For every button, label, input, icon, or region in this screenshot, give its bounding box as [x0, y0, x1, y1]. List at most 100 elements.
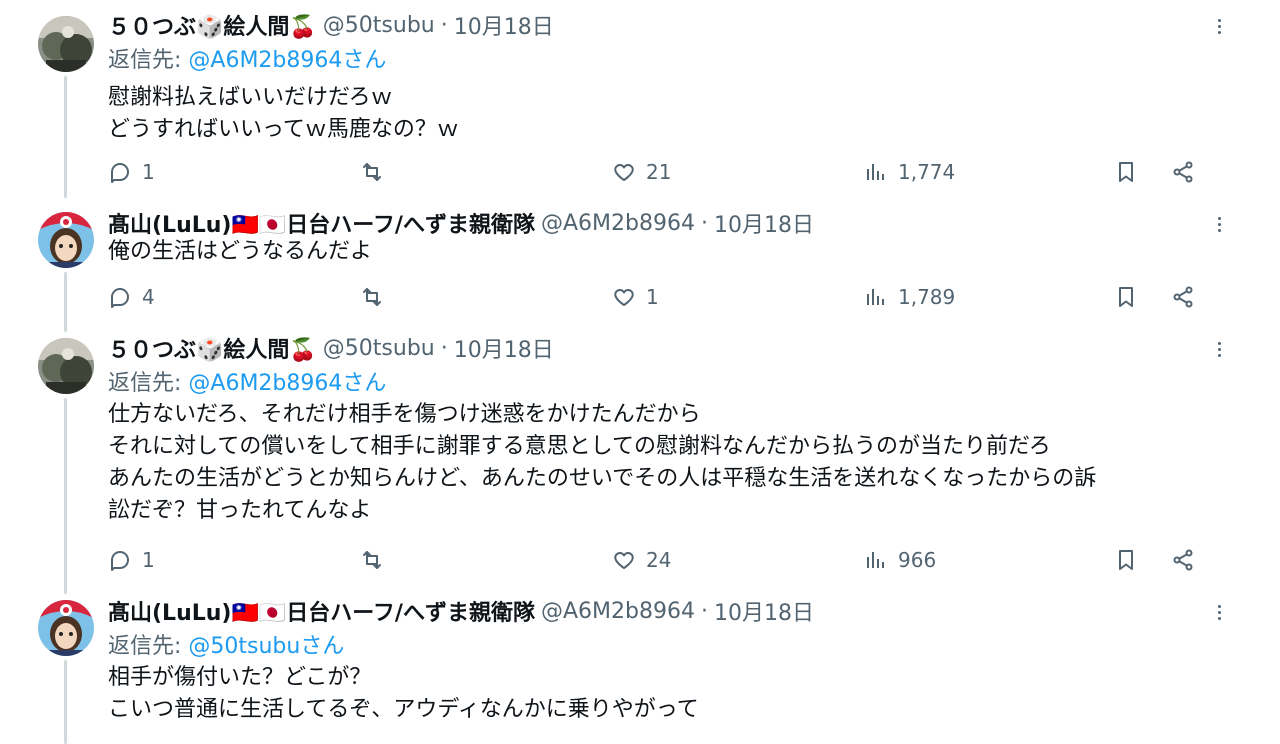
views-button[interactable]: 1,789 [864, 283, 955, 311]
bookmark-button[interactable] [1114, 546, 1138, 574]
reply-count: 4 [142, 285, 155, 309]
views-button[interactable]: 1,774 [864, 158, 955, 186]
like-count: 24 [646, 548, 672, 572]
retweet-button[interactable] [360, 283, 394, 311]
share-icon [1173, 286, 1193, 308]
retweet-icon [363, 163, 381, 181]
retweet-icon [363, 551, 381, 569]
action-bar: 1 21 1,774 [108, 158, 1208, 186]
like-button[interactable]: 1 [612, 283, 659, 311]
reply-icon [111, 551, 129, 571]
tweet-text-line: それに対しての償いをして相手に謝罪する意思としての慰謝料なんだから払うのが当たり… [108, 434, 1051, 459]
tweet-text-line: どうすればいいってｗ馬鹿なの？ｗ [108, 117, 459, 142]
reply-to: 返信先: @A6M2b8964さん [108, 42, 386, 74]
action-bar: 1 24 966 [108, 546, 1208, 574]
tweet-text-line: あんたの生活がどうとか知らんけど、あんたのせいでその人は平穏な生活を送れなくなっ… [108, 466, 1097, 491]
heart-icon [614, 552, 634, 569]
retweet-button[interactable] [360, 546, 394, 574]
tweet-date[interactable]: 10月18日 [454, 332, 554, 364]
reply-button[interactable]: 1 [108, 546, 155, 574]
more-options-icon[interactable] [1210, 214, 1228, 238]
tweet[interactable]: ５０つぶ🎲絵人間🍒 @50tsubu · 10月18日 返信先: @A6M2b8… [0, 10, 1248, 190]
tweet-header: 髙山(LuLu)🇹🇼🇯🇵日台ハーフ/へずま親衛隊 @A6M2b8964 · 10… [108, 207, 814, 239]
view-count: 1,774 [898, 160, 956, 184]
tweet[interactable]: 髙山(LuLu)🇹🇼🇯🇵日台ハーフ/へずま親衛隊 @A6M2b8964 · 10… [0, 208, 1248, 328]
display-name[interactable]: 髙山(LuLu)🇹🇼🇯🇵日台ハーフ/へずま親衛隊 [108, 207, 535, 239]
view-count: 966 [898, 548, 937, 572]
reply-icon [111, 288, 129, 308]
like-count: 1 [646, 285, 659, 309]
tweet-header: 髙山(LuLu)🇹🇼🇯🇵日台ハーフ/へずま親衛隊 @A6M2b8964 · 10… [108, 595, 814, 627]
reply-to-label: 返信先: [108, 371, 189, 396]
reply-button[interactable]: 1 [108, 158, 155, 186]
bookmark-icon [1119, 162, 1133, 182]
share-button[interactable] [1171, 283, 1195, 311]
tweet-text: 仕方ないだろ、それだけ相手を傷つけ迷惑をかけたんだから それに対しての償いをして… [108, 399, 1218, 527]
action-bar: 4 1 1,789 [108, 283, 1208, 311]
reply-to-link[interactable]: @A6M2b8964さん [188, 48, 386, 73]
like-button[interactable]: 21 [612, 158, 671, 186]
reply-to: 返信先: @50tsubuさん [108, 628, 344, 660]
avatar[interactable] [38, 16, 94, 72]
avatar[interactable] [38, 600, 94, 656]
tweet-text: 慰謝料払えばいいだけだろｗ どうすればいいってｗ馬鹿なの？ｗ [108, 82, 1218, 146]
like-button[interactable]: 24 [612, 546, 671, 574]
share-button[interactable] [1171, 546, 1195, 574]
avatar[interactable] [38, 338, 94, 394]
separator-dot: · [440, 12, 448, 38]
tweet-text-line: 慰謝料払えばいいだけだろｗ [108, 85, 393, 110]
like-count: 21 [646, 160, 672, 184]
views-icon [867, 164, 884, 180]
reply-to-label: 返信先: [108, 634, 189, 659]
tweet-text-line: 訟だぞ？甘ったれてんなよ [108, 498, 372, 523]
handle[interactable]: @50tsubu [323, 336, 435, 361]
reply-to-label: 返信先: [108, 48, 189, 73]
share-button[interactable] [1171, 158, 1195, 186]
handle[interactable]: @A6M2b8964 [541, 599, 695, 624]
view-count: 1,789 [898, 285, 956, 309]
tweet-text-line: こいつ普通に生活してるぞ、アウディなんかに乗りやがって [108, 697, 699, 722]
tweet[interactable]: ５０つぶ🎲絵人間🍒 @50tsubu · 10月18日 返信先: @A6M2b8… [0, 333, 1248, 583]
display-name[interactable]: 髙山(LuLu)🇹🇼🇯🇵日台ハーフ/へずま親衛隊 [108, 595, 535, 627]
avatar[interactable] [38, 212, 94, 268]
reply-button[interactable]: 4 [108, 283, 155, 311]
share-icon [1173, 161, 1193, 183]
separator-dot: · [700, 598, 708, 624]
views-icon [867, 289, 884, 305]
tweet-date[interactable]: 10月18日 [714, 595, 814, 627]
heart-icon [614, 289, 634, 306]
tweet-header: ５０つぶ🎲絵人間🍒 @50tsubu · 10月18日 [108, 332, 554, 364]
more-options-icon[interactable] [1210, 16, 1228, 40]
bookmark-icon [1119, 287, 1133, 307]
reply-to-link[interactable]: @50tsubuさん [188, 634, 344, 659]
bookmark-button[interactable] [1114, 158, 1138, 186]
views-button[interactable]: 966 [864, 546, 936, 574]
tweet-date[interactable]: 10月18日 [714, 207, 814, 239]
bookmark-button[interactable] [1114, 283, 1138, 311]
separator-dot: · [440, 335, 448, 361]
tweet-date[interactable]: 10月18日 [454, 9, 554, 41]
tweet-text: 俺の生活はどうなるんだよ [108, 236, 1218, 268]
reply-to: 返信先: @A6M2b8964さん [108, 365, 386, 397]
handle[interactable]: @50tsubu [323, 13, 435, 38]
bookmark-icon [1119, 550, 1133, 570]
heart-icon [614, 164, 634, 181]
retweet-icon [363, 288, 381, 306]
reply-to-link[interactable]: @A6M2b8964さん [188, 371, 386, 396]
tweet-text-line: 仕方ないだろ、それだけ相手を傷つけ迷惑をかけたんだから [108, 402, 701, 427]
tweet-header: ５０つぶ🎲絵人間🍒 @50tsubu · 10月18日 [108, 9, 554, 41]
reply-count: 1 [142, 160, 155, 184]
more-options-icon[interactable] [1210, 339, 1228, 363]
separator-dot: · [700, 210, 708, 236]
display-name[interactable]: ５０つぶ🎲絵人間🍒 [108, 9, 317, 41]
tweet-text-line: 俺の生活はどうなるんだよ [108, 239, 373, 264]
reply-count: 1 [142, 548, 155, 572]
handle[interactable]: @A6M2b8964 [541, 211, 695, 236]
tweet[interactable]: 髙山(LuLu)🇹🇼🇯🇵日台ハーフ/へずま親衛隊 @A6M2b8964 · 10… [0, 596, 1248, 744]
more-options-icon[interactable] [1210, 602, 1228, 626]
retweet-button[interactable] [360, 158, 394, 186]
views-icon [867, 552, 884, 568]
display-name[interactable]: ５０つぶ🎲絵人間🍒 [108, 332, 317, 364]
tweet-text-line: 相手が傷付いた？どこが？ [108, 665, 372, 690]
tweet-text: 相手が傷付いた？どこが？ こいつ普通に生活してるぞ、アウディなんかに乗りやがって [108, 662, 1218, 726]
